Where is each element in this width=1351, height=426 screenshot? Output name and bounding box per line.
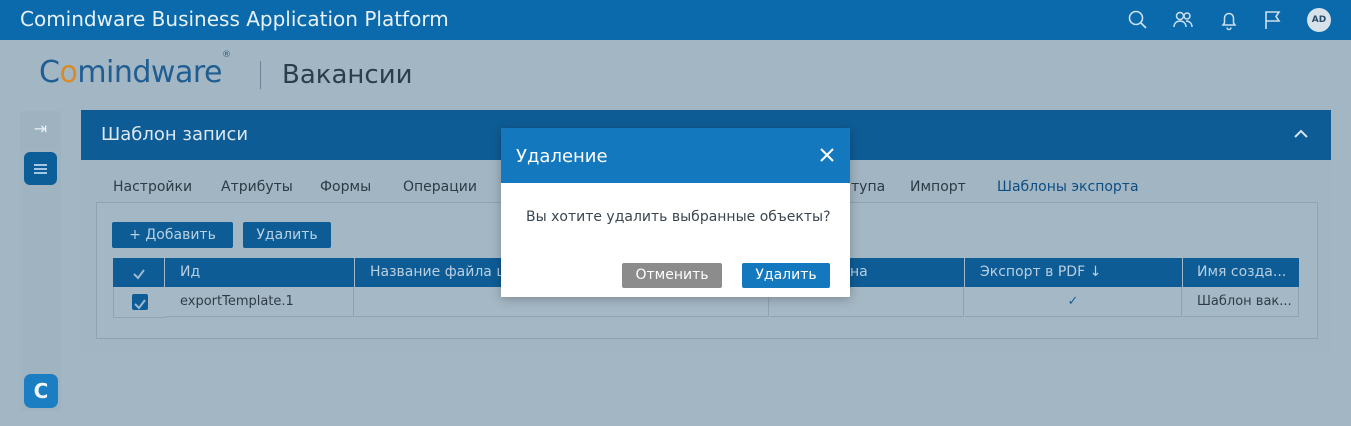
avatar[interactable]: AD — [1307, 8, 1331, 32]
menu-button[interactable] — [24, 152, 57, 185]
tab-operations[interactable]: Операции — [403, 179, 477, 203]
logo-text-2: o — [59, 55, 78, 90]
column-header-id[interactable]: Ид — [165, 258, 354, 287]
menu-line — [34, 164, 47, 166]
menu-line — [34, 168, 47, 170]
column-header-filename[interactable]: Название файла ша — [355, 258, 501, 287]
tab-forms[interactable]: Формы — [320, 179, 371, 203]
confirm-delete-button[interactable]: Удалить — [742, 263, 830, 288]
logo-text-3: mindware — [77, 55, 222, 90]
row-checkbox[interactable] — [132, 294, 148, 310]
column-header-creator[interactable]: Имя созда... — [1183, 258, 1299, 287]
logo-registered: ® — [221, 50, 231, 60]
flag-icon[interactable] — [1262, 9, 1284, 31]
expand-sidebar-icon[interactable]: ⇥ — [20, 111, 61, 149]
delete-button[interactable]: Удалить — [243, 222, 331, 248]
column-header-export-pdf[interactable]: Экспорт в PDF ↓ — [965, 258, 1182, 287]
add-button[interactable]: + Добавить — [112, 222, 233, 248]
logo-text-1: C — [39, 55, 60, 90]
app-title: Comindware Business Application Platform — [20, 7, 449, 31]
dialog-title: Удаление — [516, 146, 608, 167]
page-title: Вакансии — [282, 60, 413, 90]
delete-dialog: Удаление Вы хотите удалить выбранные объ… — [501, 128, 850, 297]
left-sidebar: ⇥ C — [20, 111, 61, 411]
select-all-header — [113, 258, 164, 287]
app-home-button[interactable]: C — [24, 374, 58, 408]
tab-attributes[interactable]: Атрибуты — [221, 179, 293, 203]
tab-settings[interactable]: Настройки — [113, 179, 192, 203]
dialog-message: Вы хотите удалить выбранные объекты? — [526, 209, 831, 225]
comindware-logo: Comindware® — [39, 50, 231, 90]
tab-access[interactable]: тупа — [851, 179, 885, 203]
cell-creator[interactable]: Шаблон вак... — [1183, 287, 1299, 317]
top-bar: Comindware Business Application Platform… — [0, 0, 1351, 40]
panel-title: Шаблон записи — [101, 124, 249, 145]
cell-export-pdf: ✓ — [965, 287, 1182, 317]
tab-import[interactable]: Импорт — [910, 179, 966, 203]
chevron-up-icon[interactable] — [1291, 124, 1311, 144]
header-divider — [260, 61, 261, 89]
select-all-checkbox[interactable] — [131, 264, 147, 280]
cancel-button[interactable]: Отменить — [622, 263, 722, 288]
users-icon[interactable] — [1172, 9, 1194, 31]
bell-icon[interactable] — [1218, 9, 1240, 31]
dialog-header: Удаление — [501, 128, 850, 183]
menu-line — [34, 172, 47, 174]
search-icon[interactable] — [1127, 9, 1149, 31]
column-header-name[interactable]: на — [850, 258, 964, 287]
close-icon[interactable] — [819, 147, 835, 163]
row-select-cell — [113, 287, 166, 318]
cell-id[interactable]: exportTemplate.1 — [165, 287, 354, 317]
